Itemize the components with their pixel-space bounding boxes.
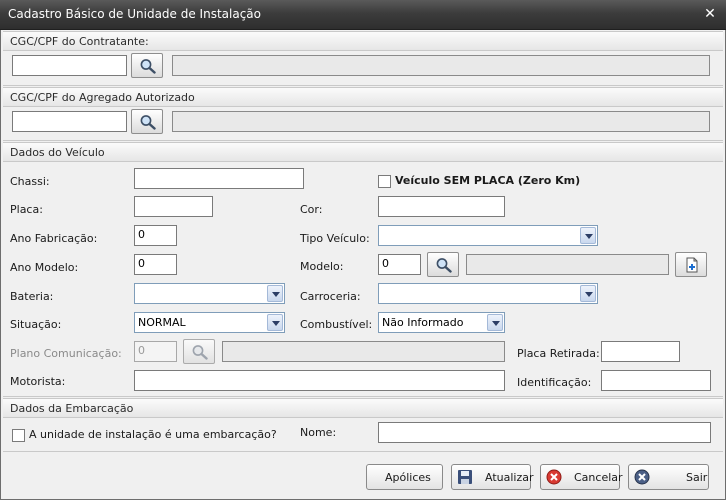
section-embarcacao-label: Dados da Embarcação — [10, 402, 134, 415]
combustivel-value: Não Informado — [382, 316, 464, 329]
modelo-search-button[interactable] — [427, 252, 459, 277]
chevron-down-icon — [580, 285, 596, 302]
sem-placa-label: Veículo SEM PLACA (Zero Km) — [395, 174, 581, 187]
search-icon — [140, 115, 156, 130]
contratante-cgc-input[interactable] — [12, 55, 127, 76]
section-agregado: CGC/CPF do Agregado Autorizado — [3, 87, 723, 107]
plano-description-display — [222, 341, 505, 362]
window-title: Cadastro Básico de Unidade de Instalação — [8, 7, 261, 21]
situacao-select[interactable]: NORMAL — [134, 312, 285, 333]
separator — [3, 140, 723, 141]
tipo-veiculo-select[interactable] — [378, 225, 598, 246]
section-contratante-label: CGC/CPF do Contratante: — [10, 35, 149, 48]
section-veiculo: Dados do Veículo — [3, 142, 723, 162]
sair-button-label: Sair — [686, 471, 708, 484]
chevron-down-icon — [487, 314, 503, 331]
situacao-value: NORMAL — [138, 316, 186, 329]
section-agregado-label: CGC/CPF do Agregado Autorizado — [10, 91, 195, 104]
add-document-icon — [686, 257, 698, 273]
carroceria-select[interactable] — [378, 283, 598, 304]
placa-label: Placa: — [10, 203, 43, 216]
search-icon — [436, 258, 452, 273]
motorista-label: Motorista: — [10, 375, 66, 388]
dialog-body: CGC/CPF do Contratante: CGC/CPF do Agreg… — [0, 30, 726, 500]
situacao-label: Situação: — [10, 318, 62, 331]
chevron-down-icon — [580, 227, 596, 244]
identificacao-input[interactable] — [601, 370, 711, 391]
close-icon[interactable]: ✕ — [702, 6, 718, 22]
atualizar-button[interactable]: Atualizar — [451, 464, 534, 490]
agregado-name-display — [172, 111, 710, 132]
search-icon — [140, 59, 156, 74]
separator — [3, 451, 723, 452]
combustivel-label: Combustível: — [300, 318, 373, 331]
cancelar-button-label: Cancelar — [574, 471, 623, 484]
nome-label: Nome: — [300, 426, 337, 439]
bateria-select[interactable] — [134, 283, 285, 304]
nome-input[interactable] — [378, 422, 711, 443]
placa-retirada-label: Placa Retirada: — [517, 347, 600, 360]
sem-placa-checkbox[interactable] — [378, 175, 391, 188]
chassi-input[interactable] — [134, 168, 304, 189]
chevron-down-icon — [267, 285, 283, 302]
plano-search-button — [183, 339, 215, 364]
sair-button[interactable]: Sair — [628, 464, 709, 490]
embarcacao-checkbox-label: A unidade de instalação é uma embarcação… — [29, 428, 277, 441]
exit-icon — [634, 469, 650, 485]
apolices-button[interactable]: Apólices — [366, 464, 443, 490]
carroceria-label: Carroceria: — [300, 290, 361, 303]
plano-comunicacao-label: Plano Comunicação: — [10, 347, 122, 360]
save-icon — [458, 470, 472, 484]
motorista-input[interactable] — [134, 370, 505, 391]
section-contratante: CGC/CPF do Contratante: — [3, 31, 723, 51]
agregado-cgc-input[interactable] — [12, 111, 127, 132]
atualizar-button-label: Atualizar — [485, 471, 534, 484]
search-icon — [192, 345, 208, 360]
section-embarcacao: Dados da Embarcação — [3, 398, 723, 418]
cor-label: Cor: — [300, 203, 323, 216]
contratante-name-display — [172, 55, 710, 76]
plano-comunicacao-input: 0 — [134, 341, 177, 362]
separator — [3, 85, 723, 86]
combustivel-select[interactable]: Não Informado — [378, 312, 505, 333]
title-bar: Cadastro Básico de Unidade de Instalação… — [0, 0, 726, 30]
add-modelo-button[interactable] — [675, 252, 707, 277]
chassi-label: Chassi: — [10, 175, 50, 188]
ano-fabricacao-input[interactable]: 0 — [134, 225, 177, 246]
ano-fabricacao-label: Ano Fabricação: — [10, 232, 98, 245]
contratante-search-button[interactable] — [131, 53, 163, 78]
cor-input[interactable] — [378, 196, 505, 217]
bateria-label: Bateria: — [10, 290, 54, 303]
modelo-description-display — [466, 254, 669, 275]
ano-modelo-input[interactable]: 0 — [134, 254, 177, 275]
agregado-search-button[interactable] — [131, 109, 163, 134]
cancelar-button[interactable]: Cancelar — [540, 464, 623, 490]
placa-retirada-input[interactable] — [601, 341, 680, 362]
cancel-icon — [546, 469, 562, 485]
section-veiculo-label: Dados do Veículo — [10, 146, 105, 159]
ano-modelo-label: Ano Modelo: — [10, 261, 79, 274]
separator — [3, 396, 723, 397]
identificacao-label: Identificação: — [517, 376, 592, 389]
embarcacao-checkbox[interactable] — [12, 429, 25, 442]
apolices-button-label: Apólices — [385, 471, 431, 484]
tipo-veiculo-label: Tipo Veículo: — [300, 232, 370, 245]
modelo-input[interactable]: 0 — [378, 254, 421, 275]
modelo-label: Modelo: — [300, 260, 344, 273]
placa-input[interactable] — [134, 196, 213, 217]
chevron-down-icon — [267, 314, 283, 331]
